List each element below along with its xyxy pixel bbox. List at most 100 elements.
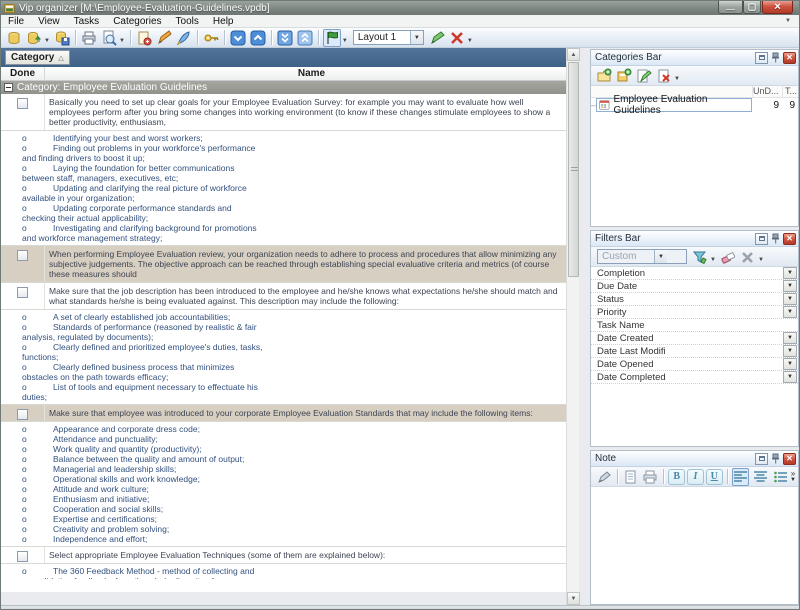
toolbar-overflow-icon[interactable]: ▼ bbox=[342, 38, 348, 44]
vertical-scrollbar[interactable]: ▲ ▼ bbox=[566, 48, 579, 605]
menu-categories[interactable]: Categories bbox=[106, 15, 168, 28]
group-row[interactable]: Category: Employee Evaluation Guidelines bbox=[1, 81, 566, 94]
move-down-icon[interactable] bbox=[229, 29, 247, 47]
open-database-icon[interactable] bbox=[25, 29, 43, 47]
filter-dropdown-icon[interactable]: ▼ bbox=[783, 345, 797, 357]
bold-icon[interactable]: B bbox=[668, 469, 685, 485]
delete-category-icon[interactable] bbox=[655, 67, 673, 85]
filter-row-due-date[interactable]: Due Date▼ bbox=[591, 280, 798, 293]
minimize-button[interactable]: — bbox=[718, 1, 743, 14]
toolbar-overflow-icon[interactable]: ▼ bbox=[119, 38, 125, 44]
note-content[interactable] bbox=[591, 488, 798, 604]
bullet-task-row[interactable]: oThe 360 Feedback Method - method of col… bbox=[1, 564, 566, 579]
print-icon[interactable] bbox=[80, 29, 98, 47]
edit-category-icon[interactable] bbox=[635, 67, 653, 85]
edit-task-icon[interactable] bbox=[155, 29, 173, 47]
italic-icon[interactable]: I bbox=[687, 469, 704, 485]
filter-dropdown-icon[interactable]: ▼ bbox=[783, 332, 797, 344]
filter-dropdown-icon[interactable]: ▼ bbox=[783, 358, 797, 370]
move-up-icon[interactable] bbox=[249, 29, 267, 47]
close-button[interactable]: ✕ bbox=[762, 1, 793, 14]
delete-filter-icon[interactable] bbox=[739, 248, 757, 266]
apply-filter-icon[interactable] bbox=[691, 248, 709, 266]
categories-column-undone[interactable]: UnD... bbox=[752, 86, 782, 97]
pin-panel-icon[interactable] bbox=[769, 52, 782, 64]
layout-combo[interactable]: Layout 1▼ bbox=[353, 30, 424, 45]
task-checkbox[interactable] bbox=[17, 409, 28, 420]
restore-panel-icon[interactable] bbox=[755, 52, 768, 64]
toolbar-overflow-icon[interactable]: ▼ bbox=[710, 257, 716, 263]
filter-preset-combo[interactable]: Custom ▼ bbox=[597, 249, 687, 264]
collapse-group-icon[interactable] bbox=[4, 83, 13, 92]
column-header-done[interactable]: Done bbox=[1, 67, 45, 80]
combo-dropdown-icon[interactable]: ▼ bbox=[654, 250, 667, 263]
task-row[interactable]: Basically you need to set up clear goals… bbox=[1, 94, 566, 131]
toolbar-overflow-icon[interactable]: ▼ bbox=[758, 257, 764, 263]
filter-dropdown-icon[interactable]: ▼ bbox=[783, 371, 797, 383]
scroll-down-icon[interactable]: ▼ bbox=[567, 592, 580, 605]
category-row[interactable]: – Employee Evaluation Guidelines 9 9 bbox=[591, 98, 798, 112]
toolbar-overflow-icon[interactable]: ▼ bbox=[674, 76, 680, 82]
menu-tools[interactable]: Tools bbox=[169, 15, 206, 28]
task-row[interactable]: Make sure that the job description has b… bbox=[1, 283, 566, 310]
toolbar-overflow-icon[interactable]: ▼ bbox=[467, 38, 473, 44]
restore-panel-icon[interactable] bbox=[755, 233, 768, 245]
print-preview-icon[interactable] bbox=[100, 29, 118, 47]
scroll-up-icon[interactable]: ▲ bbox=[567, 48, 580, 61]
align-left-icon[interactable] bbox=[732, 468, 750, 486]
menu-help[interactable]: Help bbox=[206, 15, 241, 28]
filter-row-date-opened[interactable]: Date Opened▼ bbox=[591, 358, 798, 371]
menu-file[interactable]: File bbox=[1, 15, 31, 28]
pin-panel-icon[interactable] bbox=[769, 233, 782, 245]
filter-row-completion[interactable]: Completion▼ bbox=[591, 267, 798, 280]
clear-filter-icon[interactable] bbox=[719, 248, 737, 266]
filter-dropdown-icon[interactable]: ▼ bbox=[783, 280, 797, 292]
close-panel-icon[interactable]: ✕ bbox=[783, 453, 796, 465]
task-row[interactable]: Select appropriate Employee Evaluation T… bbox=[1, 547, 566, 564]
align-center-icon[interactable] bbox=[751, 468, 769, 486]
filter-row-date-created[interactable]: Date Created▼ bbox=[591, 332, 798, 345]
save-database-icon[interactable] bbox=[53, 29, 71, 47]
new-database-icon[interactable] bbox=[5, 29, 23, 47]
maximize-button[interactable]: ▢ bbox=[743, 1, 761, 14]
filter-row-priority[interactable]: Priority▼ bbox=[591, 306, 798, 319]
collapse-all-icon[interactable] bbox=[296, 29, 314, 47]
close-panel-icon[interactable]: ✕ bbox=[783, 52, 796, 64]
task-checkbox[interactable] bbox=[17, 98, 28, 109]
pin-panel-icon[interactable] bbox=[769, 453, 782, 465]
task-row[interactable]: When performing Employee Evaluation revi… bbox=[1, 246, 566, 283]
new-task-icon[interactable] bbox=[135, 29, 153, 47]
underline-icon[interactable]: U bbox=[706, 469, 723, 485]
edit-layout-icon[interactable] bbox=[428, 29, 446, 47]
task-checkbox[interactable] bbox=[17, 287, 28, 298]
column-header-name[interactable]: Name bbox=[45, 67, 578, 80]
task-checkbox[interactable] bbox=[17, 250, 28, 261]
toolbar-overflow-icon[interactable]: ▼ bbox=[44, 38, 50, 44]
print-note-icon[interactable] bbox=[642, 468, 660, 486]
menu-overflow-icon[interactable]: ▼ bbox=[785, 18, 791, 24]
task-checkbox[interactable] bbox=[17, 551, 28, 562]
filter-row-task-name[interactable]: Task Name bbox=[591, 319, 798, 332]
category-selected-cell[interactable]: Employee Evaluation Guidelines bbox=[596, 98, 752, 112]
categories-column-total[interactable]: T... bbox=[782, 86, 798, 97]
delete-layout-icon[interactable] bbox=[448, 29, 466, 47]
menu-tasks[interactable]: Tasks bbox=[67, 15, 107, 28]
filter-row-status[interactable]: Status▼ bbox=[591, 293, 798, 306]
scrollbar-thumb[interactable] bbox=[568, 62, 579, 277]
edit-note-icon[interactable] bbox=[595, 468, 613, 486]
bullet-task-row[interactable]: oA set of clearly established job accoun… bbox=[1, 310, 566, 405]
bullet-task-row[interactable]: oIdentifying your best and worst workers… bbox=[1, 131, 566, 246]
add-category-icon[interactable] bbox=[595, 67, 613, 85]
filter-row-date-last-modifi[interactable]: Date Last Modifi▼ bbox=[591, 345, 798, 358]
filter-dropdown-icon[interactable]: ▼ bbox=[783, 306, 797, 318]
combo-dropdown-icon[interactable]: ▼ bbox=[410, 31, 423, 44]
task-row[interactable]: Make sure that employee was introduced t… bbox=[1, 405, 566, 422]
add-subcategory-icon[interactable] bbox=[615, 67, 633, 85]
filter-dropdown-icon[interactable]: ▼ bbox=[783, 293, 797, 305]
complete-task-icon[interactable] bbox=[175, 29, 193, 47]
restore-panel-icon[interactable] bbox=[755, 453, 768, 465]
group-by-category-button[interactable]: Category △ bbox=[5, 50, 70, 65]
expand-all-icon[interactable] bbox=[276, 29, 294, 47]
new-note-icon[interactable] bbox=[622, 468, 640, 486]
bullet-list-icon[interactable] bbox=[771, 468, 789, 486]
